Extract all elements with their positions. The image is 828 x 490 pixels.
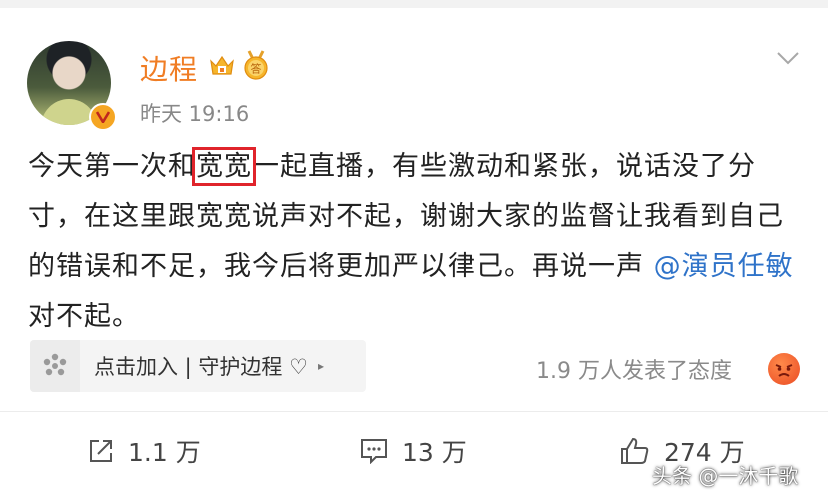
divider	[0, 411, 828, 412]
verified-badge-icon	[89, 103, 117, 131]
repost-count: 1.1 万	[128, 438, 201, 467]
vip-crown-icon[interactable]	[208, 52, 236, 80]
chevron-down-icon[interactable]	[776, 50, 800, 66]
share-icon	[90, 440, 112, 462]
reaction-summary[interactable]: 1.9 万人发表了态度	[536, 353, 732, 385]
post-text-part1: 今天第一次和	[28, 151, 196, 182]
post-timestamp: 昨天 19:16	[140, 102, 250, 126]
comment-button[interactable]: 13 万	[360, 433, 467, 469]
supertopic-icon	[30, 340, 80, 392]
post-text-part3: 对不起。	[28, 301, 140, 332]
post-highlight: 宽宽	[192, 147, 256, 186]
comment-icon	[361, 439, 387, 464]
angry-emoji-icon[interactable]	[768, 353, 800, 385]
mention-link[interactable]: @演员任敏	[654, 251, 794, 282]
post-text: 今天第一次和宽宽一起直播，有些激动和紧张，说话没了分寸，在这里跟宽宽说声对不起，…	[28, 142, 798, 342]
medal-text: 答	[251, 62, 262, 76]
supertopic-join-bar[interactable]: 点击加入 | 守护边程 ♡ ▸	[30, 340, 366, 392]
repost-button[interactable]: 1.1 万	[88, 433, 201, 469]
weibo-post-card: 边程 答 昨天 19:16 今天第一次和宽宽一起直播，有些激动和紧张，说话没了分…	[0, 8, 828, 490]
comment-count: 13 万	[402, 438, 467, 467]
medal-badge-icon[interactable]: 答	[242, 50, 270, 80]
username[interactable]: 边程	[140, 48, 198, 88]
supertopic-label: 点击加入 | 守护边程 ♡	[94, 355, 308, 379]
supertopic-arrow-icon: ▸	[317, 359, 324, 373]
thumbs-up-icon	[621, 437, 649, 464]
watermark: 头条 @一沐千歌	[652, 464, 799, 488]
